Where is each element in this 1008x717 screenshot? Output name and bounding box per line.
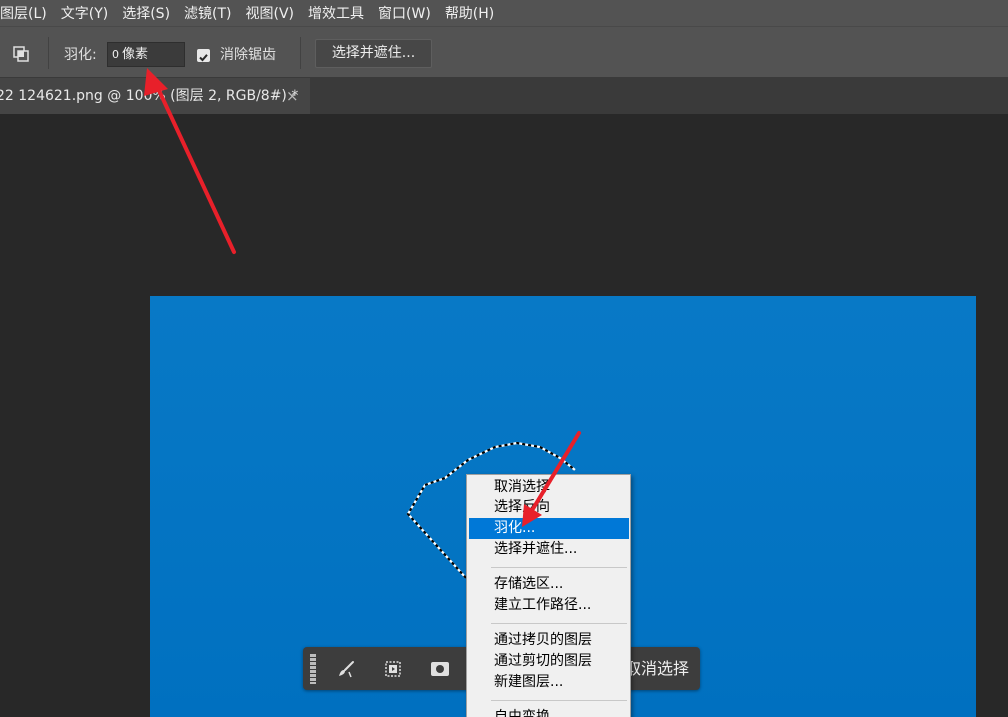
anti-alias-checkbox[interactable] — [197, 49, 210, 62]
menu-type[interactable]: 文字(Y) — [54, 3, 115, 23]
menu-item-select-and-mask[interactable]: 选择并遮住... — [469, 539, 629, 560]
menu-item-make-work-path[interactable]: 建立工作路径... — [469, 595, 629, 616]
feather-label: 羽化: — [64, 47, 97, 63]
deselect-button[interactable]: 取消选择 — [625, 647, 689, 690]
feather-unit: 像素 — [122, 47, 149, 62]
menu-item-feather[interactable]: 羽化... — [469, 518, 629, 539]
brush-icon[interactable] — [336, 659, 356, 679]
menu-item-save-selection[interactable]: 存储选区... — [469, 574, 629, 595]
mask-icon[interactable] — [430, 659, 450, 679]
context-menu: 取消选择 选择反向 羽化... 选择并遮住... 存储选区... 建立工作路径.… — [466, 474, 631, 717]
menu-separator — [491, 700, 627, 701]
document-tab-bar: 22 124621.png @ 100% (图层 2, RGB/8#) * × — [0, 78, 1008, 114]
menu-item-free-transform[interactable]: 自由变换 — [469, 707, 629, 717]
menu-filter[interactable]: 滤镜(T) — [177, 3, 238, 23]
menu-item-layer-via-cut[interactable]: 通过剪切的图层 — [469, 651, 629, 672]
divider — [300, 37, 301, 69]
menu-layer[interactable]: 图层(L) — [0, 3, 54, 23]
grip-handle-icon[interactable] — [310, 654, 316, 684]
transform-selection-icon[interactable] — [383, 659, 403, 679]
feather-input[interactable]: 0 像素 — [107, 42, 185, 67]
photoshop-window: 图层(L) 文字(Y) 选择(S) 滤镜(T) 视图(V) 增效工具 窗口(W)… — [0, 0, 1008, 717]
menu-item-new-layer[interactable]: 新建图层... — [469, 672, 629, 693]
intersect-selection-icon[interactable] — [12, 45, 30, 63]
menu-window[interactable]: 窗口(W) — [371, 3, 438, 23]
menu-separator — [491, 623, 627, 624]
menu-bar: 图层(L) 文字(Y) 选择(S) 滤镜(T) 视图(V) 增效工具 窗口(W)… — [0, 0, 1008, 26]
select-and-mask-button[interactable]: 选择并遮住... — [315, 39, 432, 68]
options-bar: 羽化: 0 像素 消除锯齿 选择并遮住... — [0, 26, 1008, 78]
menu-view[interactable]: 视图(V) — [239, 3, 302, 23]
menu-item-layer-via-copy[interactable]: 通过拷贝的图层 — [469, 630, 629, 651]
menu-select[interactable]: 选择(S) — [115, 3, 177, 23]
menu-item-deselect[interactable]: 取消选择 — [469, 477, 629, 498]
checkmark-icon — [199, 54, 208, 62]
close-icon[interactable]: × — [286, 78, 299, 114]
menu-plugins[interactable]: 增效工具 — [301, 3, 371, 23]
anti-alias-label: 消除锯齿 — [220, 47, 276, 63]
menu-item-select-inverse[interactable]: 选择反向 — [469, 497, 629, 518]
divider — [48, 37, 49, 69]
menu-help[interactable]: 帮助(H) — [438, 3, 501, 23]
menu-separator — [491, 567, 627, 568]
document-tab[interactable]: 22 124621.png @ 100% (图层 2, RGB/8#) * × — [0, 78, 310, 114]
document-tab-title: 22 124621.png @ 100% (图层 2, RGB/8#) * — [0, 88, 299, 104]
feather-value: 0 — [112, 48, 119, 61]
